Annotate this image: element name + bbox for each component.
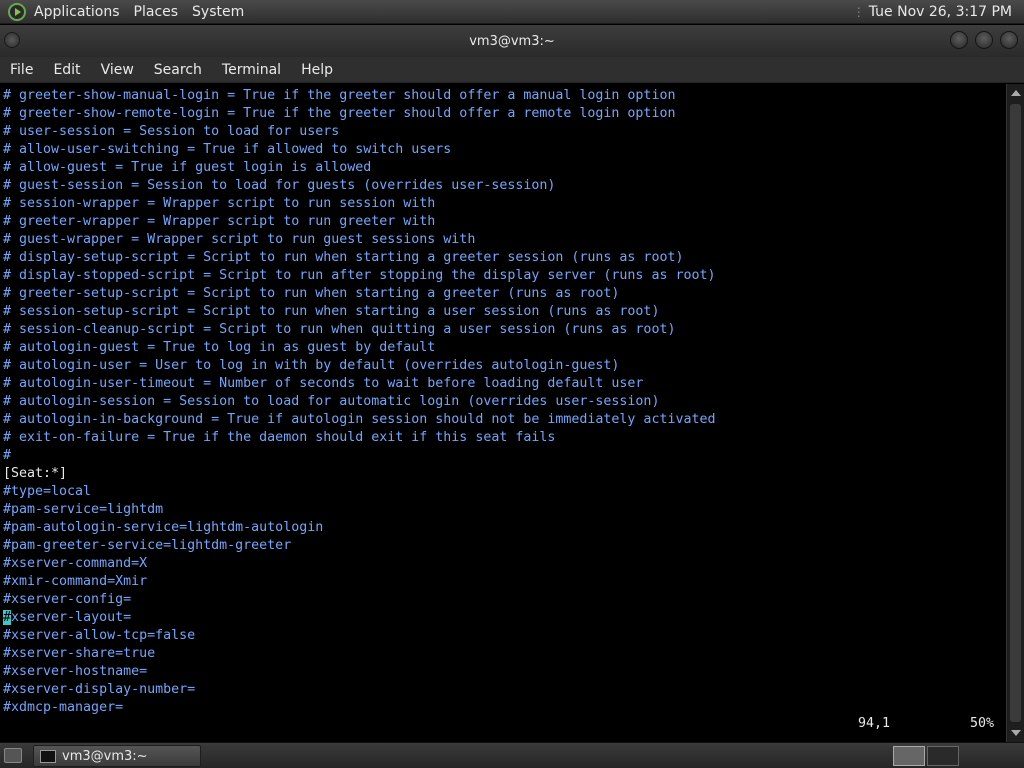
menu-terminal[interactable]: Terminal	[212, 62, 291, 78]
comment-line: # greeter-wrapper = Wrapper script to ru…	[3, 214, 436, 229]
scrollbar-thumb[interactable]	[1010, 104, 1021, 722]
comment-line: # allow-user-switching = True if allowed…	[3, 142, 452, 157]
config-line: #xdmcp-manager=	[3, 700, 124, 715]
comment-line: # user-session = Session to load for use…	[3, 124, 340, 139]
scrollbar[interactable]	[1006, 84, 1024, 742]
config-line: #xserver-display-number=	[3, 682, 196, 697]
workspace-2[interactable]	[927, 746, 959, 766]
panel-grip-icon: ⋮	[852, 4, 865, 19]
comment-line: # display-setup-script = Script to run w…	[3, 250, 684, 265]
config-line: #pam-greeter-service=lightdm-greeter	[3, 538, 292, 553]
config-line: #xserver-hostname=	[3, 664, 148, 679]
window-menu-icon[interactable]	[4, 32, 20, 48]
close-button[interactable]	[1000, 31, 1018, 49]
menu-view[interactable]: View	[91, 62, 144, 78]
comment-line: # session-cleanup-script = Script to run…	[3, 322, 676, 337]
terminal-text-area[interactable]: # greeter-show-manual-login = True if th…	[0, 84, 1006, 742]
show-desktop-icon[interactable]	[4, 748, 22, 763]
comment-line: # guest-session = Session to load for gu…	[3, 178, 556, 193]
window-title: vm3@vm3:~	[469, 33, 555, 49]
menu-search[interactable]: Search	[144, 62, 212, 78]
comment-line: # greeter-show-remote-login = True if th…	[3, 106, 676, 121]
top-panel: Applications Places System ⋮ Tue Nov 26,…	[0, 0, 1024, 24]
comment-line: #	[3, 448, 12, 463]
comment-line: # guest-wrapper = Wrapper script to run …	[3, 232, 476, 247]
clock[interactable]: Tue Nov 26, 3:17 PM	[869, 4, 1012, 20]
window-titlebar[interactable]: vm3@vm3:~	[0, 25, 1024, 57]
vim-status: 94,1 50%	[858, 716, 998, 734]
comment-line: # autologin-user-timeout = Number of sec…	[3, 376, 644, 391]
bottom-panel: vm3@vm3:~	[0, 742, 1024, 768]
comment-lines: # greeter-show-manual-login = True if th…	[3, 87, 1006, 465]
cursor-line-text: xserver-layout=	[11, 610, 132, 625]
terminal-menubar: File Edit View Search Terminal Help	[0, 57, 1024, 83]
comment-line: # exit-on-failure = True if the daemon s…	[3, 430, 556, 445]
menu-file[interactable]: File	[0, 62, 43, 78]
config-line: #xserver-allow-tcp=false	[3, 628, 196, 643]
config-line: #pam-autologin-service=lightdm-autologin	[3, 520, 324, 535]
taskbar-label: vm3@vm3:~	[62, 748, 148, 764]
workspace-1[interactable]	[893, 746, 925, 766]
scroll-percent: 50%	[970, 716, 995, 731]
taskbar-button-terminal[interactable]: vm3@vm3:~	[33, 745, 201, 767]
config-line: #xserver-command=X	[3, 556, 148, 571]
text-cursor: #	[3, 610, 12, 625]
applications-logo-icon[interactable]	[8, 2, 26, 21]
config-lines-before: #type=local #pam-service=lightdm #pam-auto…	[3, 483, 1006, 609]
config-line: #xserver-config=	[3, 592, 132, 607]
cursor-line: #xserver-layout=	[3, 609, 1006, 627]
comment-line: # greeter-setup-script = Script to run w…	[3, 286, 620, 301]
comment-line: # greeter-show-manual-login = True if th…	[3, 88, 676, 103]
menu-system[interactable]: System	[192, 4, 252, 20]
comment-line: # session-setup-script = Script to run w…	[3, 304, 660, 319]
comment-line: # allow-guest = True if guest login is a…	[3, 160, 372, 175]
scroll-up-icon[interactable]	[1011, 90, 1021, 96]
comment-line: # autologin-user = User to log in with b…	[3, 358, 620, 373]
comment-line: # display-stopped-script = Script to run…	[3, 268, 716, 283]
menu-places[interactable]: Places	[134, 4, 187, 20]
config-line: #xserver-share=true	[3, 646, 156, 661]
comment-line: # autologin-guest = True to log in as gu…	[3, 340, 436, 355]
section-header: [Seat:*]	[3, 466, 68, 481]
minimize-button[interactable]	[950, 31, 968, 49]
comment-line: # autologin-session = Session to load fo…	[3, 394, 660, 409]
terminal-icon	[40, 749, 56, 763]
comment-line: # session-wrapper = Wrapper script to ru…	[3, 196, 436, 211]
menu-help[interactable]: Help	[291, 62, 343, 78]
config-line: #pam-service=lightdm	[3, 502, 164, 517]
menu-edit[interactable]: Edit	[43, 62, 90, 78]
config-line: #type=local	[3, 484, 92, 499]
config-line: #xmir-command=Xmir	[3, 574, 148, 589]
comment-line: # autologin-in-background = True if auto…	[3, 412, 716, 427]
maximize-button[interactable]	[975, 31, 993, 49]
menu-applications[interactable]: Applications	[34, 4, 128, 20]
cursor-position: 94,1	[858, 716, 891, 731]
config-lines-after: #xserver-allow-tcp=false #xserver-share=t…	[3, 627, 1006, 717]
scroll-down-icon[interactable]	[1011, 730, 1021, 736]
